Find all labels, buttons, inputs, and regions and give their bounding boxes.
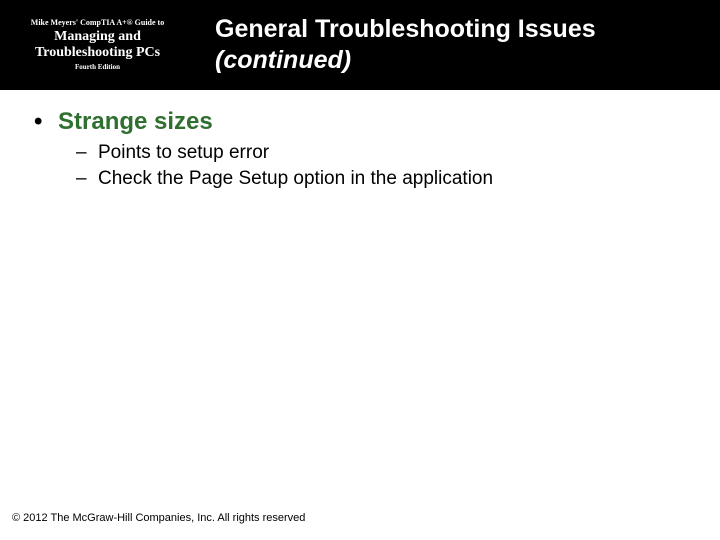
slide-title-continued: (continued) [215, 46, 351, 74]
slide: Mike Meyers' CompTIA A+® Guide to Managi… [0, 0, 720, 540]
sub-bullet-item: Points to setup error [76, 140, 688, 166]
book-info: Mike Meyers' CompTIA A+® Guide to Managi… [0, 0, 195, 90]
copyright-footer: © 2012 The McGraw-Hill Companies, Inc. A… [12, 512, 305, 524]
slide-header: Mike Meyers' CompTIA A+® Guide to Managi… [0, 0, 720, 90]
book-series-line: Mike Meyers' CompTIA A+® Guide to [6, 18, 189, 28]
book-edition: Fourth Edition [6, 63, 189, 71]
bullet-text: Strange sizes [58, 108, 213, 135]
bullet-item: Strange sizes Points to setup error Chec… [32, 108, 688, 191]
sub-bullet-list: Points to setup error Check the Page Set… [58, 140, 688, 191]
book-title: Managing and Troubleshooting PCs [6, 29, 189, 61]
slide-body: Strange sizes Points to setup error Chec… [0, 90, 720, 191]
slide-title-main: General Troubleshooting Issues [215, 15, 596, 43]
sub-bullet-item: Check the Page Setup option in the appli… [76, 166, 688, 192]
bullet-list: Strange sizes Points to setup error Chec… [32, 108, 688, 191]
slide-title: General Troubleshooting Issues (continue… [215, 14, 596, 77]
title-block: General Troubleshooting Issues (continue… [195, 0, 720, 90]
